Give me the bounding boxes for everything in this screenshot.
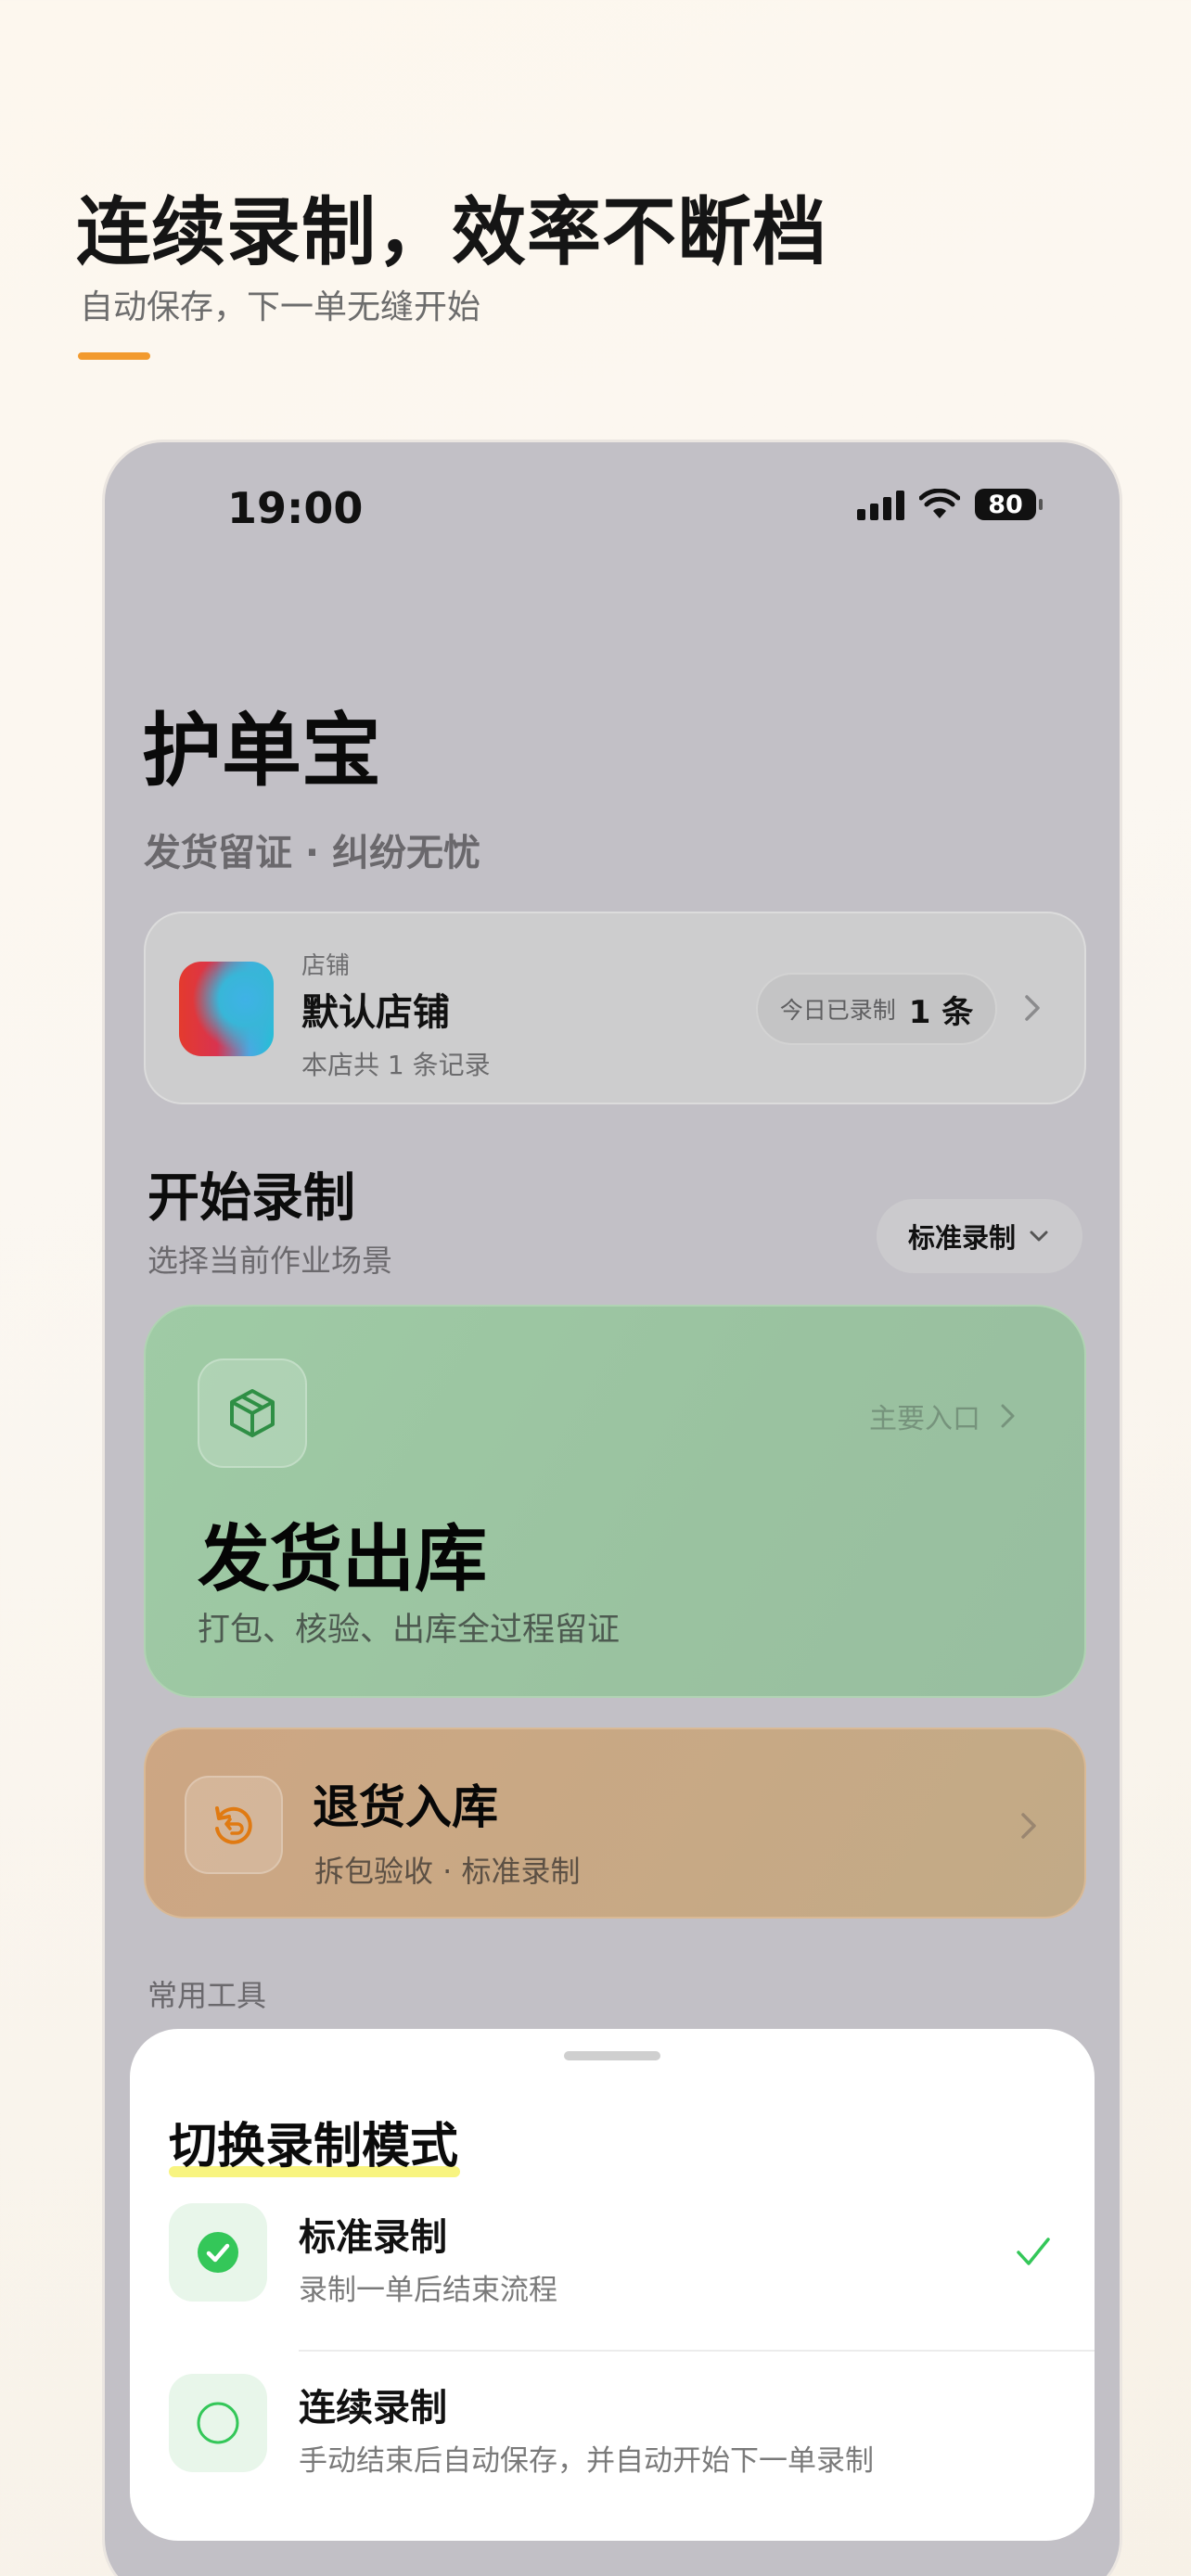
- mode-selector-button[interactable]: 标准录制: [877, 1199, 1082, 1273]
- option-icon-box: [169, 2203, 267, 2302]
- today-recorded-badge: 今日已录制 1 条: [756, 973, 997, 1045]
- sheet-title: 切换录制模式: [169, 2119, 459, 2174]
- chevron-down-icon: [1030, 1231, 1048, 1242]
- start-recording-subtitle: 选择当前作业场景: [147, 1243, 392, 1279]
- primary-entry-label: 主要入口: [869, 1403, 980, 1435]
- empty-circle-icon: [197, 2402, 239, 2444]
- return-in-card[interactable]: 退货入库 拆包验收 · 标准录制: [144, 1728, 1086, 1919]
- option-standard-recording[interactable]: 标准录制 录制一单后结束流程: [130, 2203, 1095, 2361]
- store-card[interactable]: 店铺 默认店铺 本店共 1 条记录 今日已录制 1 条: [144, 912, 1086, 1104]
- wifi-icon: [919, 489, 960, 518]
- mode-bottom-sheet: 切换录制模式 标准录制 录制一单后结束流程 连续录制 手动结束后自动保存，并自动…: [130, 2029, 1095, 2541]
- primary-entry-link[interactable]: 主要入口: [869, 1396, 1023, 1436]
- return-icon: [215, 1806, 252, 1844]
- checkmark-icon: [1017, 2238, 1050, 2265]
- promo-accent-bar: [78, 352, 150, 360]
- option-icon-box: [169, 2374, 267, 2472]
- start-recording-title: 开始录制: [147, 1168, 355, 1229]
- chevron-right-icon: [1001, 1404, 1015, 1428]
- app-subtitle: 发货留证 · 纠纷无忧: [144, 832, 481, 874]
- return-in-title: 退货入库: [313, 1780, 498, 1834]
- package-icon: [230, 1389, 275, 1437]
- return-in-subtitle: 拆包验收 · 标准录制: [314, 1854, 581, 1889]
- store-record-count: 本店共 1 条记录: [301, 1050, 491, 1080]
- ship-icon-box: [198, 1358, 307, 1468]
- option-title: 连续录制: [299, 2387, 447, 2429]
- store-logo: [179, 962, 274, 1056]
- chevron-right-icon: [1025, 995, 1040, 1021]
- ship-out-card[interactable]: 主要入口 发货出库 打包、核验、出库全过程留证: [144, 1305, 1086, 1698]
- option-title: 标准录制: [299, 2216, 447, 2259]
- ship-out-subtitle: 打包、核验、出库全过程留证: [198, 1612, 621, 1649]
- store-kicker: 店铺: [301, 952, 351, 980]
- app-title: 护单宝: [142, 705, 381, 797]
- today-count: 1 条: [908, 993, 974, 1031]
- option-description: 录制一单后结束流程: [299, 2274, 557, 2307]
- check-circle-icon: [198, 2232, 238, 2273]
- status-time: 19:00: [227, 483, 364, 533]
- chevron-right-icon: [1021, 1813, 1036, 1839]
- option-description: 手动结束后自动保存，并自动开始下一单录制: [299, 2444, 874, 2478]
- battery-icon: 80: [975, 489, 1043, 520]
- return-icon-box: [185, 1776, 283, 1874]
- mode-selector-label: 标准录制: [907, 1222, 1016, 1254]
- store-name: 默认店铺: [301, 991, 450, 1034]
- sheet-drag-handle[interactable]: [564, 2051, 660, 2060]
- signal-icon: [857, 489, 904, 520]
- promo-subtitle: 自动保存，下一单无缝开始: [80, 288, 481, 326]
- today-label: 今日已录制: [779, 997, 896, 1024]
- promo-title: 连续录制，效率不断档: [76, 189, 827, 275]
- ship-out-title: 发货出库: [198, 1518, 488, 1601]
- option-divider: [299, 2350, 1095, 2352]
- option-continuous-recording[interactable]: 连续录制 手动结束后自动保存，并自动开始下一单录制: [130, 2374, 1095, 2531]
- status-icons: 80: [857, 489, 1043, 520]
- common-tools-label: 常用工具: [147, 1978, 267, 2013]
